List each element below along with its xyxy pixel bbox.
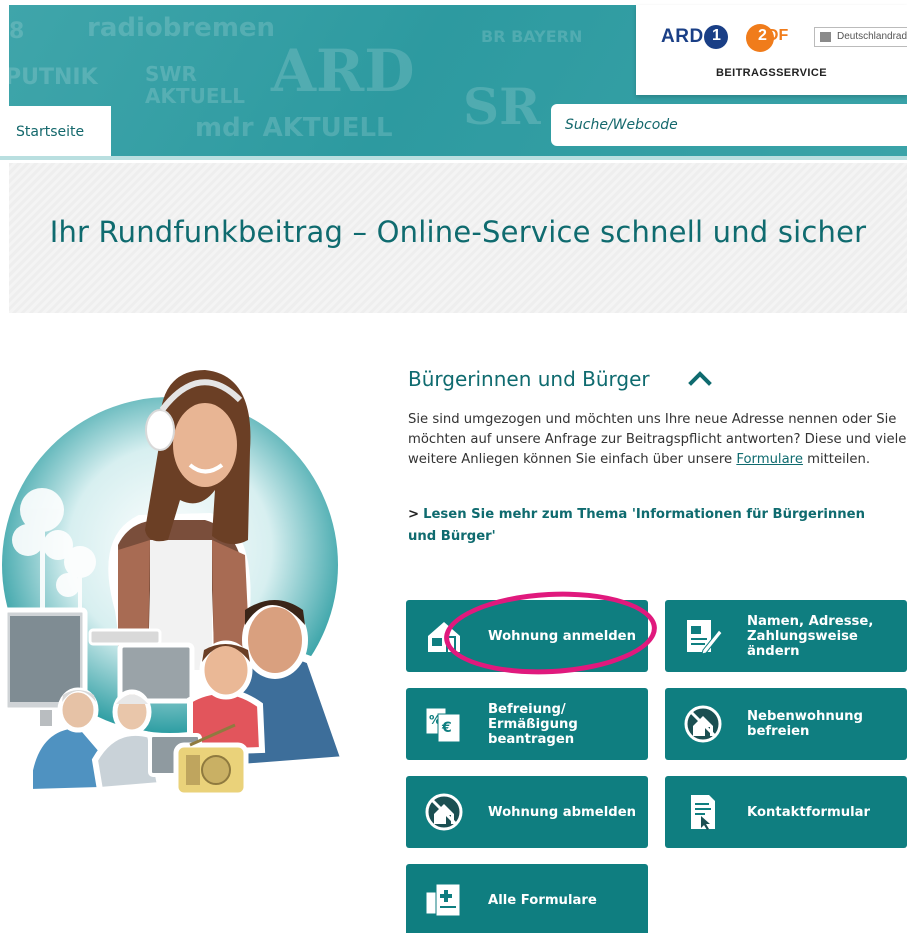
read-more-label: Lesen Sie mehr zum Thema 'Informationen … — [408, 507, 866, 544]
house-register-icon — [428, 622, 460, 652]
zdf-logo: 2DF — [758, 27, 789, 44]
family-illustration — [2, 370, 351, 798]
svg-text:€: € — [441, 720, 452, 736]
beitragsservice-label: BEITRAGSSERVICE — [716, 67, 827, 79]
formulare-link[interactable]: Formulare — [736, 452, 803, 467]
tile-label: Nebenwohnung befreien — [747, 709, 863, 739]
watermark-logo: BR BAYERN — [481, 27, 583, 46]
section-intro: Sie sind umgezogen und möchten uns Ihre … — [408, 410, 907, 470]
tile-namen-adresse-zahlungsweise[interactable]: Namen, Adresse, Zahlungsweise ändern — [665, 600, 907, 672]
tile-label: Alle Formulare — [488, 892, 597, 908]
watermark-logo: radiobremen — [87, 13, 276, 43]
all-forms-icon — [425, 883, 461, 917]
tile-label: Wohnung anmelden — [488, 628, 636, 644]
watermark-logo: mdr AKTUELL — [195, 113, 393, 143]
tile-wohnung-anmelden[interactable]: Wohnung anmelden — [406, 600, 648, 672]
deutschlandradio-logo: Deutschlandradio — [814, 27, 907, 47]
exemption-documents-icon: % € — [425, 707, 461, 743]
tile-label: Namen, Adresse, Zahlungsweise ändern — [747, 613, 874, 659]
banner-divider — [0, 156, 907, 160]
section-title: Bürgerinnen und Bürger — [408, 367, 650, 391]
search-input[interactable] — [551, 104, 907, 146]
ard-one-icon — [704, 25, 728, 49]
chevron-up-icon[interactable] — [688, 368, 712, 388]
brand-logo-box[interactable]: ARD 2DF Deutschlandradio BEITRAGSSERVICE — [636, 5, 907, 95]
watermark-logo: 8 — [9, 19, 25, 44]
ard-logo: ARD — [661, 26, 704, 47]
tile-nebenwohnung-befreien[interactable]: Nebenwohnung befreien — [665, 688, 907, 760]
watermark-logo: SR — [463, 77, 541, 136]
tile-alle-formulare[interactable]: Alle Formulare — [406, 864, 648, 933]
document-edit-icon — [687, 620, 723, 655]
house-deregister-icon — [425, 793, 463, 831]
tile-befreiung-ermaessigung[interactable]: % € Befreiung/ Ermäßigung beantragen — [406, 688, 648, 760]
intro-text-end: mitteilen. — [802, 452, 871, 467]
contact-form-icon — [691, 795, 715, 830]
tile-label: Befreiung/ Ermäßigung beantragen — [488, 701, 578, 747]
watermark-logo: SWR AKTUELL — [145, 62, 246, 108]
page-title: Ihr Rundfunkbeitrag – Online-Service sch… — [49, 215, 867, 249]
watermark-logo: PUTNIK — [9, 65, 98, 90]
tab-startseite[interactable]: Startseite — [9, 106, 111, 156]
arrow-right-icon: > — [408, 507, 420, 522]
tile-wohnung-abmelden[interactable]: Wohnung abmelden — [406, 776, 648, 848]
secondary-home-exempt-icon — [684, 705, 722, 743]
tile-kontaktformular[interactable]: Kontaktformular — [665, 776, 907, 848]
tile-label: Wohnung abmelden — [488, 804, 637, 820]
tile-label: Kontaktformular — [747, 804, 871, 820]
hero-band: Ihr Rundfunkbeitrag – Online-Service sch… — [9, 163, 907, 313]
watermark-logo: ARD — [271, 37, 415, 105]
read-more-link[interactable]: > Lesen Sie mehr zum Thema 'Informationen… — [408, 504, 888, 548]
